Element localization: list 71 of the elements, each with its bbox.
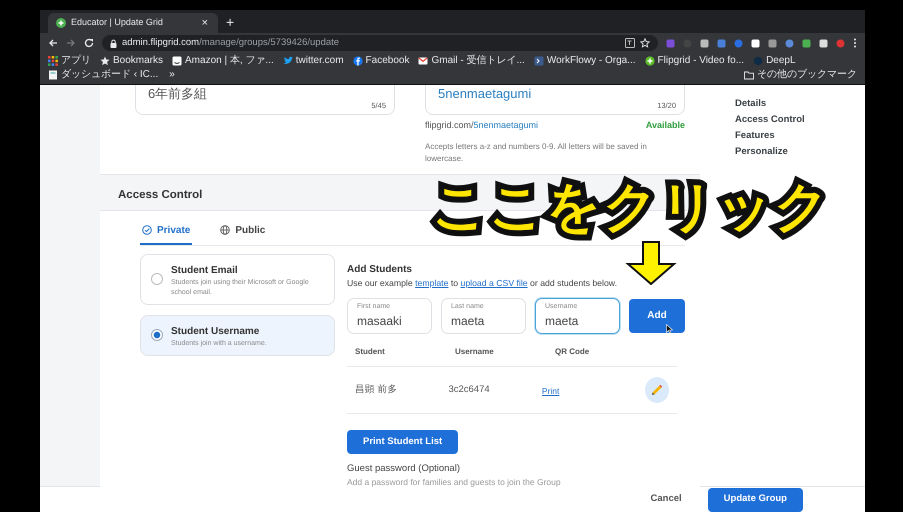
print-student-list-button[interactable]: Print Student List <box>347 430 458 454</box>
more-menu-icon[interactable] <box>853 38 857 48</box>
globe-icon <box>220 225 230 236</box>
upload-link[interactable]: template <box>415 278 448 288</box>
down-arrow-drawing <box>625 240 677 285</box>
forward-icon[interactable] <box>66 38 76 48</box>
column-header: Student <box>355 346 386 358</box>
guest-password-description: Add a password for families and guests to join the Group <box>347 476 562 489</box>
star-icon <box>100 56 110 66</box>
close-tab-button[interactable]: × <box>200 18 210 28</box>
bookmark-item[interactable]: WorkFlowy - Orga... <box>534 55 636 67</box>
availability-status: Available <box>646 119 685 132</box>
bookmark-item[interactable]: Flipgrid - Video fo... <box>644 55 744 67</box>
pointer-cursor-icon <box>666 324 673 334</box>
translate-icon[interactable] <box>625 38 635 48</box>
add-button[interactable]: Add <box>629 298 685 333</box>
print-link[interactable]: Print <box>542 386 560 396</box>
section-nav-link[interactable]: Features <box>735 129 865 142</box>
address-bar[interactable]: admin.flipgrid.com/manage/groups/5739426/update <box>102 35 658 51</box>
envelope-icon <box>418 56 428 66</box>
hint-text: Accepts letters a-z and numbers 0-9. All letters will be saved in lowercase. <box>425 140 648 164</box>
radio-button[interactable] <box>151 273 163 286</box>
back-icon[interactable] <box>48 38 58 48</box>
bookmark-item[interactable]: アプリ <box>48 55 91 67</box>
folder-icon <box>744 70 754 80</box>
instructions-text: Use our example template to upload a CSV file or add students below. <box>347 276 618 290</box>
bookmark-item[interactable]: その他のブックマーク <box>744 69 857 81</box>
cancel-button[interactable]: Cancel <box>644 491 688 508</box>
table-cell-text: 昌顕 前多 <box>355 382 399 397</box>
bird-icon <box>282 56 293 66</box>
access-tab[interactable]: Private <box>140 222 192 245</box>
lock-icon <box>110 38 117 48</box>
check-circle-icon <box>142 225 152 236</box>
page-icon <box>48 70 58 80</box>
option-title: Student Username <box>171 324 260 339</box>
add-students-heading: Add Students <box>347 262 413 277</box>
bookmark-item[interactable]: Facebook <box>352 55 410 67</box>
column-header: Username <box>455 346 495 358</box>
browser-tab[interactable]: Educator | Update Grid × <box>48 13 218 33</box>
column-header: QR Code <box>555 346 590 358</box>
circle-logo-icon <box>644 56 655 66</box>
access-tab[interactable]: Public <box>218 222 268 245</box>
pencil-icon <box>650 384 663 396</box>
flipgrid-url-text: flipgrid.com/5nenmaetagumi <box>425 119 538 132</box>
reload-icon[interactable] <box>84 38 94 48</box>
hexagon-logo-icon <box>753 56 764 66</box>
section-nav-link[interactable]: Personalize <box>735 145 865 158</box>
star-icon[interactable] <box>640 38 650 48</box>
bookmark-item[interactable]: Bookmarks <box>100 55 164 67</box>
table-cell-text: 3c2c6474 <box>448 382 491 397</box>
bookmark-item[interactable]: Amazon | 本, ファ... <box>172 55 274 67</box>
new-tab-button[interactable]: + <box>224 15 236 29</box>
square-logo-icon <box>172 56 182 66</box>
upload-link[interactable]: upload a CSV file <box>460 278 528 288</box>
option-title: Student Email <box>171 264 239 278</box>
update-group-button[interactable]: Update Group <box>708 488 803 512</box>
section-nav-link[interactable]: Details <box>735 97 865 110</box>
favicon-icon <box>56 18 66 28</box>
bookmark-item[interactable]: ダッシュボード ‹ IC... <box>48 69 158 81</box>
section-nav-link[interactable]: Access Control <box>735 113 865 126</box>
square-logo-icon <box>534 56 544 66</box>
bookmarks-overflow-button[interactable]: » <box>167 70 177 80</box>
circle-logo-icon <box>352 56 363 66</box>
guest-password-label: Guest password (Optional) <box>347 462 461 476</box>
apps-grid-icon <box>48 56 58 66</box>
bookmark-item[interactable]: twitter.com <box>282 55 344 67</box>
bookmark-item[interactable]: Gmail - 受信トレイ... <box>418 55 525 67</box>
radio-button[interactable] <box>151 329 163 342</box>
bookmark-item[interactable]: DeepL <box>753 55 796 67</box>
overlay-caption: ここをクリック <box>432 176 831 239</box>
url-text: admin.flipgrid.com/manage/groups/5739426/update <box>122 36 340 50</box>
